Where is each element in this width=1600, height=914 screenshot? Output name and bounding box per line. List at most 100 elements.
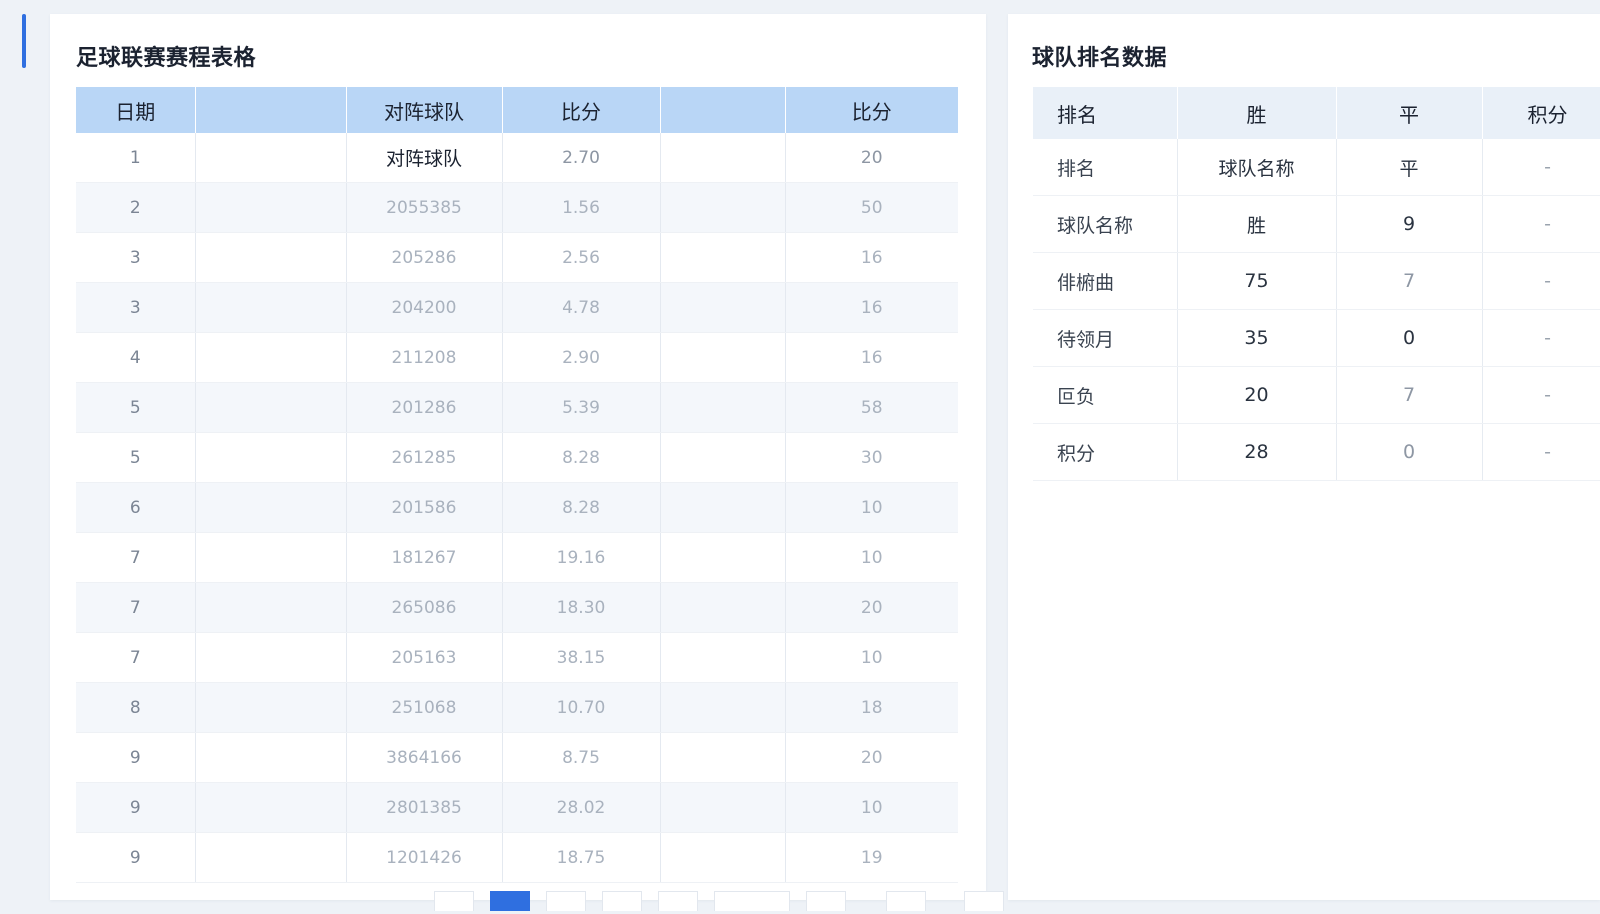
column-header-draws[interactable]: 平: [1336, 87, 1483, 139]
cell-draws: 7: [1336, 252, 1483, 310]
cell-score-2: 30: [785, 432, 958, 483]
cell-score: 2.56: [502, 232, 661, 283]
table-row[interactable]: 8 251068 10.70 18: [76, 682, 958, 733]
table-row[interactable]: 积分 28 0 -: [1033, 423, 1600, 481]
page-button-current[interactable]: [490, 891, 530, 911]
cell-score: 10.70: [502, 682, 661, 733]
cell-date: 1: [76, 133, 196, 183]
table-row[interactable]: 3 205286 2.56 16: [76, 232, 958, 283]
page-button[interactable]: [602, 891, 642, 911]
page-button[interactable]: [546, 891, 586, 911]
table-row[interactable]: 7 205163 38.15 10: [76, 632, 958, 683]
page-button[interactable]: [434, 891, 474, 911]
cell-date: 3: [76, 282, 196, 333]
table-row[interactable]: 9 3864166 8.75 20: [76, 732, 958, 783]
schedule-panel: 足球联赛赛程表格 日期 对阵球队 比分 比分 1 对阵球队 2.70 20 2 …: [50, 14, 1004, 911]
pagination: [434, 891, 1004, 914]
cell-blank: [660, 133, 786, 183]
table-row[interactable]: 7 265086 18.30 20: [76, 582, 958, 633]
cell-draws: 9: [1336, 195, 1483, 253]
table-row[interactable]: 5 201286 5.39 58: [76, 382, 958, 433]
table-row[interactable]: 2 2055385 1.56 50: [76, 182, 958, 233]
cell-score-2: 16: [785, 332, 958, 383]
page-button[interactable]: [658, 891, 698, 911]
table-row[interactable]: 球队名称 胜 9 -: [1033, 195, 1600, 253]
cell-points: -: [1482, 139, 1600, 196]
cell-points: -: [1482, 195, 1600, 253]
column-header-blank-2[interactable]: [660, 87, 786, 133]
cell-score-2: 20: [785, 582, 958, 633]
cell-team: 待领月: [1033, 309, 1178, 367]
table-row[interactable]: 4 211208 2.90 16: [76, 332, 958, 383]
cell-score: 8.28: [502, 482, 661, 533]
cell-draws: 平: [1336, 139, 1483, 196]
cell-score-2: 50: [785, 182, 958, 233]
cell-wins: 20: [1177, 366, 1337, 424]
schedule-header-row: 日期 对阵球队 比分 比分: [76, 87, 958, 133]
cell-score-2: 10: [785, 532, 958, 583]
table-row[interactable]: 9 1201426 18.75 19: [76, 832, 958, 883]
cell-score-2: 19: [785, 832, 958, 883]
cell-date: 7: [76, 632, 196, 683]
table-row[interactable]: 3 204200 4.78 16: [76, 282, 958, 333]
cell-blank: [660, 332, 786, 383]
cell-score: 38.15: [502, 632, 661, 683]
cell-blank: [660, 282, 786, 333]
table-row[interactable]: 俳椨曲 75 7 -: [1033, 252, 1600, 310]
cell-score-2: 10: [785, 782, 958, 833]
cell-score: 2.90: [502, 332, 661, 383]
column-header-blank-1[interactable]: [195, 87, 347, 133]
schedule-table: 日期 对阵球队 比分 比分 1 对阵球队 2.70 20 2 2055385 1…: [76, 87, 958, 883]
cell-draws: 0: [1336, 423, 1483, 481]
cell-matchup: 201286: [346, 382, 503, 433]
page-button[interactable]: [714, 891, 790, 911]
column-header-rank[interactable]: 排名: [1033, 87, 1178, 139]
cell-score: 28.02: [502, 782, 661, 833]
standings-table: 排名 胜 平 积分 排名 球队名称 平 - 球队名称 胜 9 - 俳椨曲 75: [1033, 87, 1600, 481]
table-row[interactable]: 6 201586 8.28 10: [76, 482, 958, 533]
cell-points: -: [1482, 423, 1600, 481]
cell-matchup: 204200: [346, 282, 503, 333]
cell-matchup: 205163: [346, 632, 503, 683]
standings-header-row: 排名 胜 平 积分: [1033, 87, 1600, 139]
cell-score: 1.56: [502, 182, 661, 233]
column-header-matchup[interactable]: 对阵球队: [346, 87, 503, 133]
cell-matchup: 265086: [346, 582, 503, 633]
column-header-score[interactable]: 比分: [502, 87, 661, 133]
table-row[interactable]: 7 181267 19.16 10: [76, 532, 958, 583]
cell-matchup: 对阵球队: [346, 133, 503, 183]
column-header-wins[interactable]: 胜: [1177, 87, 1337, 139]
cell-matchup: 261285: [346, 432, 503, 483]
page-button[interactable]: [964, 891, 1004, 911]
cell-wins: 75: [1177, 252, 1337, 310]
table-row[interactable]: 5 261285 8.28 30: [76, 432, 958, 483]
cell-date: 5: [76, 382, 196, 433]
cell-score-2: 10: [785, 632, 958, 683]
cell-blank: [660, 782, 786, 833]
page-button[interactable]: [806, 891, 846, 911]
cell-score: 18.75: [502, 832, 661, 883]
table-row[interactable]: 1 对阵球队 2.70 20: [76, 133, 958, 183]
cell-score-2: 16: [785, 282, 958, 333]
cell-blank: [195, 432, 347, 483]
table-row[interactable]: 叵负 20 7 -: [1033, 366, 1600, 424]
cell-blank: [660, 832, 786, 883]
page-button[interactable]: [886, 891, 926, 911]
cell-score: 19.16: [502, 532, 661, 583]
table-row[interactable]: 待领月 35 0 -: [1033, 309, 1600, 367]
table-row[interactable]: 排名 球队名称 平 -: [1033, 139, 1600, 196]
left-accent-bar: [22, 14, 26, 68]
cell-score: 8.75: [502, 732, 661, 783]
cell-date: 9: [76, 832, 196, 883]
table-row[interactable]: 9 2801385 28.02 10: [76, 782, 958, 833]
column-header-points[interactable]: 积分: [1482, 87, 1600, 139]
cell-date: 9: [76, 782, 196, 833]
cell-wins: 胜: [1177, 195, 1337, 253]
column-header-date[interactable]: 日期: [76, 87, 196, 133]
column-header-score-2[interactable]: 比分: [785, 87, 958, 133]
cell-score: 2.70: [502, 133, 661, 183]
cell-blank: [195, 732, 347, 783]
cell-matchup: 181267: [346, 532, 503, 583]
cell-blank: [195, 232, 347, 283]
cell-score-2: 20: [785, 732, 958, 783]
